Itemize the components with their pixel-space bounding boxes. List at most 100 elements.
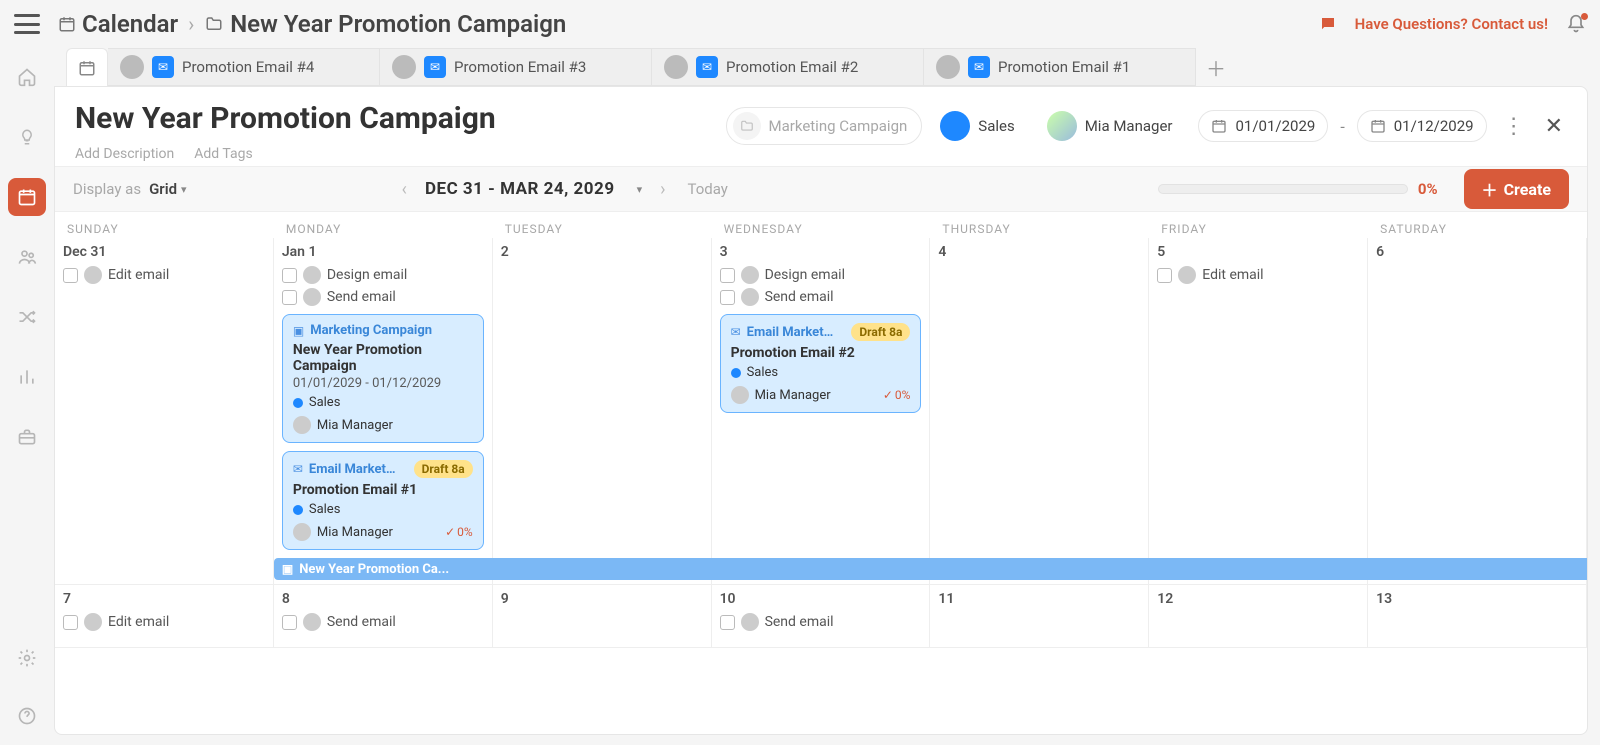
tab-add-button[interactable]: ＋ xyxy=(1196,48,1236,86)
create-label: Create xyxy=(1504,180,1551,199)
task-label: Send email xyxy=(327,289,396,305)
dayhead-thu: THURSDAY xyxy=(930,212,1149,238)
checkbox[interactable] xyxy=(63,268,78,283)
calendar-toolbar: Display as Grid ▾ ‹ DEC 31 - MAR 24, 202… xyxy=(55,166,1587,212)
date-cell[interactable]: 3 Design email Send email ✉Email Marketi… xyxy=(712,238,931,585)
notifications-bell[interactable] xyxy=(1566,14,1586,34)
event-card-campaign[interactable]: ▣Marketing Campaign New Year Promotion C… xyxy=(282,314,484,443)
start-date-pill[interactable]: 01/01/2029 xyxy=(1198,110,1328,142)
dayhead-tue: TUESDAY xyxy=(493,212,712,238)
add-tags-link[interactable]: Add Tags xyxy=(194,146,252,162)
task-item[interactable]: Send email xyxy=(720,613,922,631)
progress-bar xyxy=(1158,184,1408,194)
date-cell[interactable]: Dec 31 Edit email xyxy=(55,238,274,585)
nav-help-icon[interactable] xyxy=(8,697,46,735)
event-owner: Mia Manager xyxy=(317,418,393,433)
date-cell[interactable]: 11 xyxy=(930,585,1149,648)
checkbox[interactable] xyxy=(282,615,297,630)
brand-pill[interactable]: Sales xyxy=(934,107,1028,145)
checkbox[interactable] xyxy=(720,268,735,283)
display-as-value[interactable]: Grid xyxy=(149,180,177,198)
task-label: Edit email xyxy=(1202,267,1263,283)
avatar-icon xyxy=(303,613,321,631)
tab-item-2[interactable]: ✉ Promotion Email #2 xyxy=(652,48,924,86)
date-cell[interactable]: 8 Send email xyxy=(274,585,493,648)
more-menu-icon[interactable]: ⋮ xyxy=(1499,114,1529,139)
date-cell[interactable]: 7 Edit email xyxy=(55,585,274,648)
tab-calendar-icon[interactable] xyxy=(66,48,108,86)
owner-name: Mia Manager xyxy=(1085,117,1173,135)
task-item[interactable]: Send email xyxy=(282,613,484,631)
checkbox[interactable] xyxy=(282,290,297,305)
date-number: Dec 31 xyxy=(63,244,265,260)
checkbox[interactable] xyxy=(63,615,78,630)
end-date-pill[interactable]: 01/12/2029 xyxy=(1357,110,1487,142)
mail-icon: ✉ xyxy=(696,56,718,78)
date-cell[interactable]: 12 xyxy=(1149,585,1368,648)
range-prev-icon[interactable]: ‹ xyxy=(402,179,407,200)
close-icon[interactable]: ✕ xyxy=(1541,114,1567,139)
task-item[interactable]: Edit email xyxy=(63,266,265,284)
checkbox[interactable] xyxy=(282,268,297,283)
chevron-down-icon[interactable]: ▾ xyxy=(637,183,643,196)
dayhead-sat: SATURDAY xyxy=(1368,212,1587,238)
task-item[interactable]: Design email xyxy=(720,266,922,284)
chevron-down-icon[interactable]: ▾ xyxy=(181,183,187,196)
multi-day-band[interactable]: ▣ New Year Promotion Ca... xyxy=(274,558,493,580)
nav-home-icon[interactable] xyxy=(8,58,46,96)
multi-day-band[interactable] xyxy=(930,558,1149,580)
folder-icon: ▣ xyxy=(293,324,304,338)
nav-analytics-icon[interactable] xyxy=(8,358,46,396)
today-button[interactable]: Today xyxy=(688,180,728,198)
contact-us-link[interactable]: Have Questions? Contact us! xyxy=(1355,15,1548,33)
date-cell[interactable]: 13 xyxy=(1368,585,1587,648)
task-item[interactable]: Design email xyxy=(282,266,484,284)
tab-item-0[interactable]: ✉ Promotion Email #4 xyxy=(108,48,380,86)
task-item[interactable]: Send email xyxy=(282,288,484,306)
event-progress: ✓0% xyxy=(445,525,473,539)
checkbox[interactable] xyxy=(1157,268,1172,283)
parent-folder-pill[interactable]: Marketing Campaign xyxy=(726,107,923,145)
event-owner: Mia Manager xyxy=(317,525,393,540)
nav-briefcase-icon[interactable] xyxy=(8,418,46,456)
event-card-email-1[interactable]: ✉Email Marketi...Draft 8a Promotion Emai… xyxy=(282,451,484,550)
owner-pill[interactable]: Mia Manager xyxy=(1041,107,1187,145)
date-cell[interactable]: 4 xyxy=(930,238,1149,585)
date-cell[interactable]: 2 xyxy=(493,238,712,585)
breadcrumb-current[interactable]: New Year Promotion Campaign xyxy=(230,10,566,38)
checkbox[interactable] xyxy=(720,290,735,305)
add-description-link[interactable]: Add Description xyxy=(75,146,174,162)
nav-team-icon[interactable] xyxy=(8,238,46,276)
multi-day-band[interactable] xyxy=(1149,558,1368,580)
date-range-label[interactable]: DEC 31 - MAR 24, 2029 xyxy=(425,179,615,199)
range-next-icon[interactable]: › xyxy=(660,179,665,200)
checkbox[interactable] xyxy=(720,615,735,630)
date-cell[interactable]: Jan 1 Design email Send email ▣Marketing… xyxy=(274,238,493,585)
date-cell[interactable]: 10 Send email xyxy=(712,585,931,648)
avatar-icon xyxy=(293,523,311,541)
hamburger-menu[interactable] xyxy=(14,14,40,34)
task-item[interactable]: Edit email xyxy=(1157,266,1359,284)
date-cell[interactable]: 6 xyxy=(1368,238,1587,585)
event-card-email-2[interactable]: ✉Email Marketi...Draft 8a Promotion Emai… xyxy=(720,314,922,413)
nav-shuffle-icon[interactable] xyxy=(8,298,46,336)
calendar-grid[interactable]: SUNDAY MONDAY TUESDAY WEDNESDAY THURSDAY… xyxy=(55,212,1587,734)
multi-day-band[interactable] xyxy=(493,558,712,580)
date-number: 11 xyxy=(938,591,1140,607)
tab-item-3[interactable]: ✉ Promotion Email #1 xyxy=(924,48,1196,86)
folder-icon xyxy=(204,15,224,33)
nav-settings-icon[interactable] xyxy=(8,639,46,677)
nav-calendar-icon[interactable] xyxy=(8,178,46,216)
date-cell[interactable]: 9 xyxy=(493,585,712,648)
tab-item-1[interactable]: ✉ Promotion Email #3 xyxy=(380,48,652,86)
avatar-icon xyxy=(120,55,144,79)
date-cell[interactable]: 5 Edit email xyxy=(1149,238,1368,585)
multi-day-band[interactable] xyxy=(1368,558,1587,580)
task-item[interactable]: Edit email xyxy=(63,613,265,631)
nav-ideas-icon[interactable] xyxy=(8,118,46,156)
task-item[interactable]: Send email xyxy=(720,288,922,306)
create-button[interactable]: ＋ Create xyxy=(1464,169,1569,209)
multi-day-band[interactable] xyxy=(712,558,931,580)
plus-icon: ＋ xyxy=(1482,177,1498,201)
breadcrumb-root[interactable]: Calendar xyxy=(82,10,178,38)
